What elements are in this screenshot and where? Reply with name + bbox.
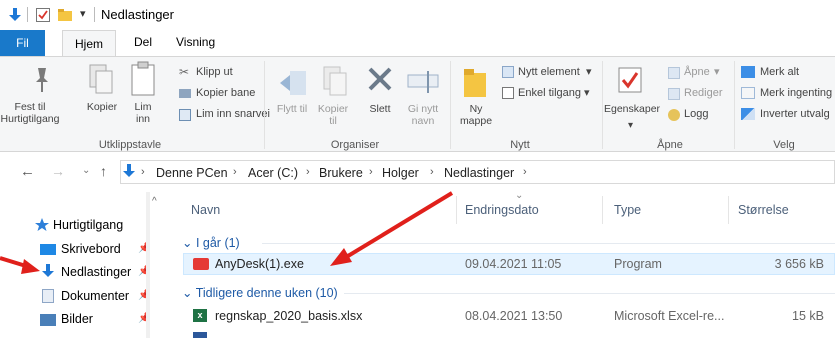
arrow-to-nav-line (0, 256, 27, 268)
arrow-to-file-head (330, 248, 352, 266)
annotation-arrows (0, 191, 454, 274)
arrow-to-nav-head (21, 259, 40, 274)
arrow-to-file-line (346, 191, 454, 258)
